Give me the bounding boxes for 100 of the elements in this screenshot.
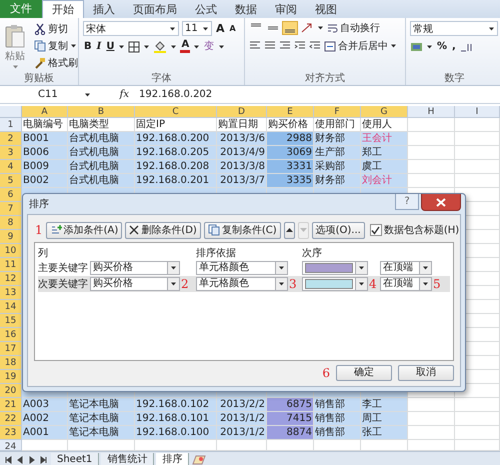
shrink-font-button[interactable]: A: [228, 22, 237, 35]
row-header[interactable]: 23: [0, 426, 22, 440]
fill-bucket-icon[interactable]: [153, 40, 168, 53]
new-sheet-icon[interactable]: [191, 454, 208, 465]
row-header[interactable]: 12: [0, 272, 22, 286]
options-button[interactable]: 选项(O)...: [312, 222, 365, 238]
ribbon-tab[interactable]: 公式: [186, 1, 226, 18]
underline-button[interactable]: U: [105, 40, 116, 53]
row-header[interactable]: 16: [0, 328, 22, 342]
close-button[interactable]: [421, 194, 461, 211]
bold-button[interactable]: B: [83, 40, 93, 53]
sort-level-row[interactable]: 主要关键字 购买价格 单元格颜色 在顶端: [38, 260, 450, 276]
formula-field[interactable]: 192.168.0.202: [135, 89, 500, 100]
column-header[interactable]: D: [217, 106, 267, 118]
help-button[interactable]: ?: [395, 194, 419, 210]
row-header[interactable]: 15: [0, 314, 22, 328]
order-dropdown[interactable]: 在顶端: [380, 261, 420, 275]
dropdown-button[interactable]: [356, 277, 368, 291]
row-header[interactable]: 6: [0, 188, 22, 202]
column-header[interactable]: I: [455, 106, 500, 118]
dropdown-button[interactable]: [168, 261, 180, 275]
copy-button[interactable]: 复制: [34, 39, 78, 53]
dropdown-button[interactable]: [168, 277, 180, 291]
checkbox[interactable]: [370, 224, 382, 236]
dropdown-button[interactable]: [276, 277, 288, 291]
row-header[interactable]: 24: [0, 440, 22, 451]
row-header[interactable]: 8: [0, 216, 22, 230]
nav-arrow-icon[interactable]: [3, 454, 13, 464]
cancel-button[interactable]: 取消: [398, 365, 454, 381]
format-painter-button[interactable]: 格式刷: [34, 56, 78, 70]
cut-button[interactable]: 剪切: [34, 22, 78, 36]
font-size-field[interactable]: 11: [182, 21, 212, 36]
column-dropdown[interactable]: 购买价格: [90, 277, 168, 291]
number-format-field[interactable]: 常规: [410, 21, 498, 36]
row-header[interactable]: 5: [0, 174, 22, 188]
color-dropdown[interactable]: [302, 261, 356, 275]
row-header[interactable]: 20: [0, 384, 22, 398]
sheet-tab[interactable]: 销售统计: [101, 453, 154, 465]
ribbon-tab[interactable]: 页面布局: [124, 1, 186, 18]
copy-level-button[interactable]: 复制条件(C): [204, 222, 281, 238]
name-box[interactable]: C11: [0, 89, 95, 100]
ribbon-tab[interactable]: 审阅: [266, 1, 306, 18]
phonetic-button[interactable]: 变: [203, 40, 216, 53]
column-header[interactable]: C: [135, 106, 217, 118]
dropdown-button[interactable]: [276, 261, 288, 275]
align-icon[interactable]: [283, 22, 297, 34]
row-header[interactable]: 22: [0, 412, 22, 426]
add-level-button[interactable]: 添加条件(A): [46, 222, 122, 238]
font-name-field[interactable]: 宋体: [83, 21, 179, 36]
delete-level-button[interactable]: 删除条件(D): [125, 222, 201, 238]
function-button[interactable]: fx: [95, 89, 135, 100]
row-header[interactable]: 9: [0, 230, 22, 244]
currency-icon[interactable]: [410, 40, 423, 52]
ribbon-tab[interactable]: 开始: [42, 0, 84, 18]
ribbon-tab[interactable]: 数据: [226, 1, 266, 18]
row-header[interactable]: 14: [0, 300, 22, 314]
sort-on-dropdown[interactable]: 单元格颜色: [196, 277, 276, 291]
row-header[interactable]: 7: [0, 202, 22, 216]
ok-button[interactable]: 确定: [336, 365, 392, 381]
border-icon[interactable]: [128, 40, 140, 52]
orientation-icon[interactable]: [300, 22, 314, 34]
percent-button[interactable]: %: [436, 40, 448, 53]
column-header[interactable]: F: [314, 106, 361, 118]
merge-center-button[interactable]: 合并后居中: [324, 39, 397, 53]
order-dropdown[interactable]: 在顶端: [380, 277, 420, 291]
row-header[interactable]: 4: [0, 160, 22, 174]
dropdown-button[interactable]: [420, 261, 432, 275]
nav-arrow-icon[interactable]: [39, 454, 49, 464]
row-header[interactable]: 2: [0, 132, 22, 146]
column-header[interactable]: H: [408, 106, 455, 118]
row-header[interactable]: 11: [0, 258, 22, 272]
ribbon-tab[interactable]: 视图: [306, 1, 346, 18]
sheet-tab[interactable]: Sheet1: [51, 453, 100, 465]
column-header[interactable]: A: [22, 106, 68, 118]
row-header[interactable]: 13: [0, 286, 22, 300]
dropdown-button[interactable]: [356, 261, 368, 275]
wrap-text-button[interactable]: 自动换行: [327, 21, 380, 35]
ribbon-tab[interactable]: 插入: [84, 1, 124, 18]
sort-on-dropdown[interactable]: 单元格颜色: [196, 261, 276, 275]
row-header[interactable]: 10: [0, 244, 22, 258]
row-header[interactable]: 17: [0, 342, 22, 356]
sort-level-row[interactable]: 次要关键字 购买价格 2 单元格颜色 3 4 在顶端 5: [38, 276, 450, 292]
font-color-button[interactable]: A: [180, 40, 190, 53]
sheet-tab[interactable]: 排序: [156, 453, 190, 465]
column-dropdown[interactable]: 购买价格: [90, 261, 168, 275]
row-header[interactable]: 1: [0, 118, 22, 132]
paste-button[interactable]: 粘贴: [4, 22, 26, 70]
row-header[interactable]: 3: [0, 146, 22, 160]
dropdown-button[interactable]: [420, 277, 432, 291]
column-header[interactable]: G: [361, 106, 408, 118]
column-header[interactable]: B: [68, 106, 135, 118]
comma-button[interactable]: ,: [451, 40, 457, 53]
italic-button[interactable]: I: [96, 40, 102, 53]
row-header[interactable]: 19: [0, 370, 22, 384]
grow-font-button[interactable]: A: [215, 22, 226, 35]
row-header[interactable]: 21: [0, 398, 22, 412]
column-header[interactable]: E: [267, 106, 314, 118]
color-dropdown[interactable]: [302, 277, 356, 291]
file-tab[interactable]: 文件: [0, 0, 42, 18]
row-header[interactable]: 18: [0, 356, 22, 370]
